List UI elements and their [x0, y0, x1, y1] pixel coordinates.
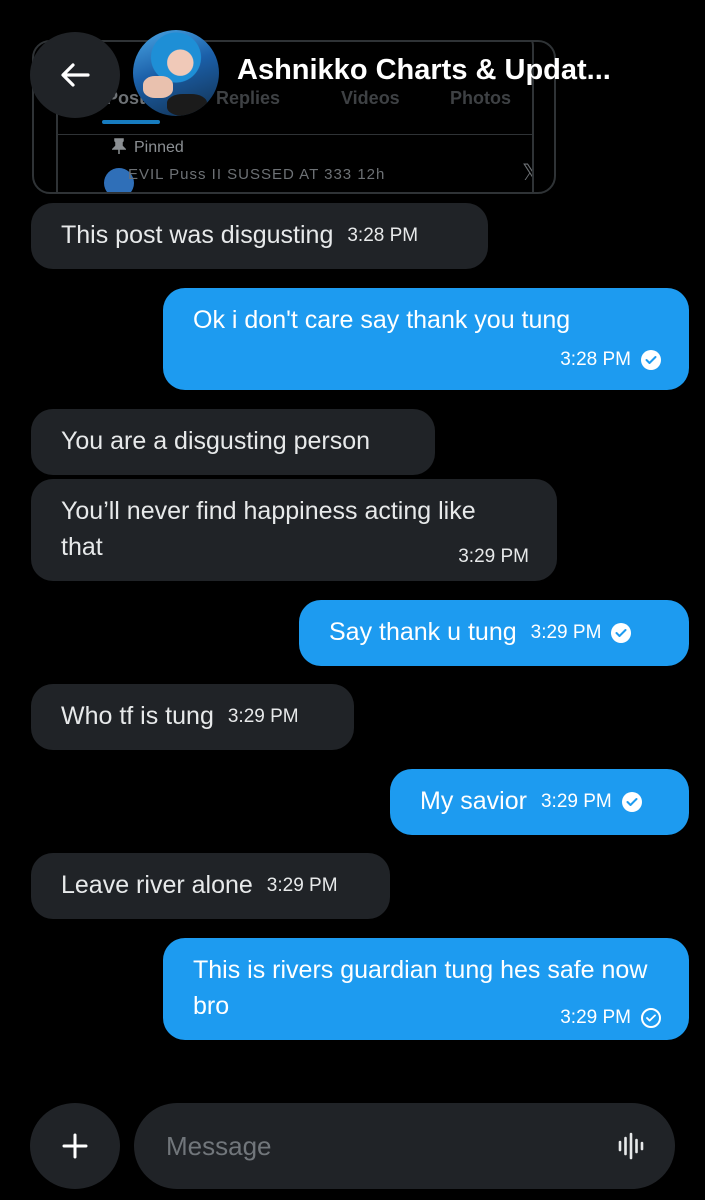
- tab-photos: Photos: [450, 88, 511, 108]
- message-bubble-outgoing[interactable]: This is rivers guardian tung hes safe no…: [163, 938, 689, 1040]
- message-bubble-incoming[interactable]: Who tf is tung 3:29 PM: [31, 684, 354, 750]
- message-time: 3:29 PM: [458, 546, 529, 567]
- message-text: Say thank u tung: [329, 618, 517, 646]
- message-time: 3:29 PM: [560, 1007, 631, 1028]
- message-bubble-incoming[interactable]: You’ll never find happiness acting like …: [31, 479, 557, 581]
- message-bubble-incoming[interactable]: Leave river alone 3:29 PM: [31, 853, 390, 919]
- message-text: Who tf is tung: [61, 702, 214, 730]
- avatar-detail: [167, 94, 207, 116]
- active-tab-indicator: [102, 120, 160, 124]
- message-input[interactable]: [164, 1123, 588, 1169]
- tab-videos: Videos: [341, 88, 400, 108]
- message-bubble-incoming[interactable]: This post was disgusting 3:28 PM: [31, 203, 488, 269]
- message-time: 3:29 PM: [227, 706, 299, 728]
- message-time: 3:29 PM: [540, 791, 612, 813]
- read-check-icon: [641, 350, 661, 370]
- message-text: You are a disgusting person: [61, 427, 371, 455]
- message-text: Leave river alone: [61, 871, 253, 899]
- plus-icon: [62, 1133, 88, 1159]
- pin-icon: [111, 138, 127, 157]
- message-text: My savior: [420, 787, 527, 815]
- message-time: 3:29 PM: [266, 875, 338, 897]
- pinned-label: Pinned: [111, 138, 184, 157]
- message-time: 3:29 PM: [530, 622, 602, 644]
- divider: [58, 134, 532, 135]
- add-attachment-button[interactable]: [30, 1103, 120, 1189]
- arrow-left-icon: [61, 63, 90, 87]
- read-check-icon: [621, 792, 642, 813]
- message-composer[interactable]: [134, 1103, 675, 1189]
- avatar-detail: [143, 76, 173, 98]
- message-time: 3:28 PM: [347, 225, 419, 247]
- read-check-icon: [611, 623, 632, 644]
- back-button[interactable]: [30, 32, 120, 118]
- message-bubble-outgoing[interactable]: Say thank u tung 3:29 PM: [299, 600, 689, 666]
- voice-waveform-icon[interactable]: [617, 1131, 645, 1161]
- message-bubble-outgoing[interactable]: Ok i don't care say thank you tung 3:28 …: [163, 288, 689, 390]
- message-time: 3:28 PM: [560, 349, 631, 370]
- sent-check-icon: [641, 1008, 661, 1028]
- message-text: You’ll never find happiness acting like …: [61, 497, 476, 561]
- message-text: Ok i don't care say thank you tung: [193, 306, 571, 334]
- message-text: This post was disgusting: [61, 221, 334, 249]
- x-logo-icon: 𝕏: [522, 160, 532, 186]
- pinned-text: Pinned: [134, 138, 184, 156]
- message-bubble-incoming[interactable]: You are a disgusting person: [31, 409, 435, 475]
- tab-replies: Replies: [216, 88, 281, 108]
- message-bubble-outgoing[interactable]: My savior 3:29 PM: [390, 769, 689, 835]
- pinned-post-text: EVIL Puss II SUSSED AT 333 12h: [128, 166, 386, 183]
- avatar[interactable]: [133, 30, 219, 116]
- conversation-title[interactable]: Ashnikko Charts & Updat...: [237, 54, 611, 87]
